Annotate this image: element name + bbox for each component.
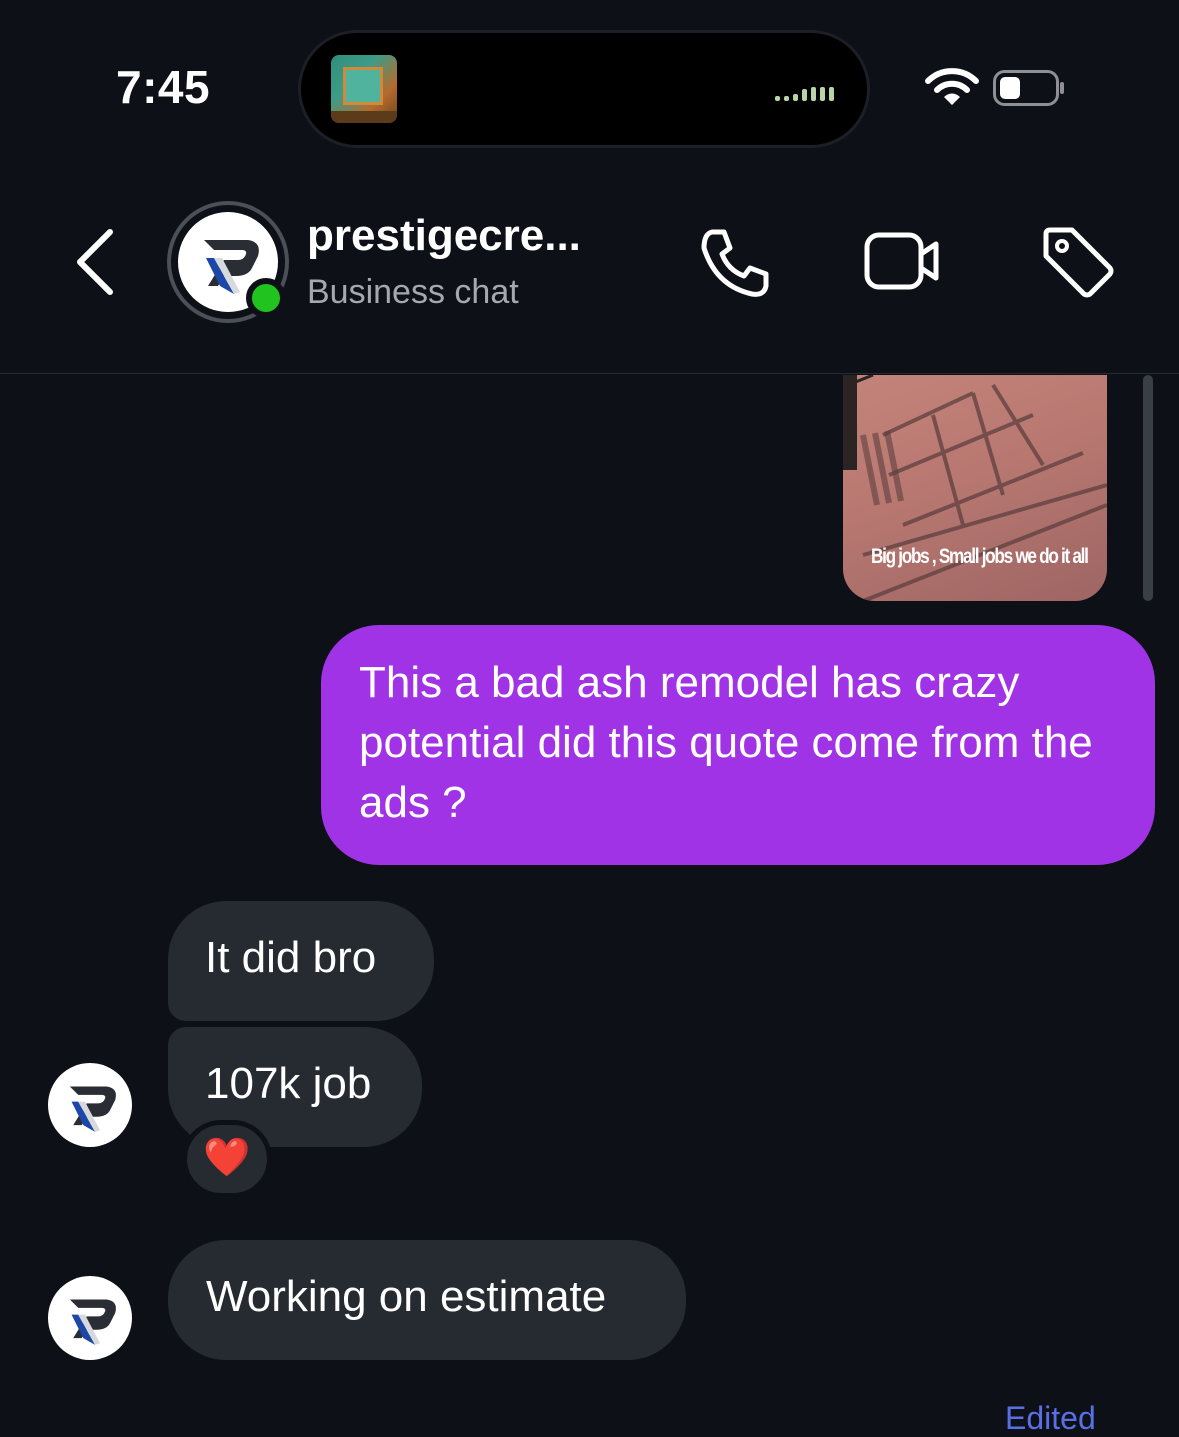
contact-name[interactable]: prestigecre... [307,211,581,261]
header-divider [0,373,1179,374]
sender-avatar[interactable] [48,1063,132,1147]
outgoing-message[interactable]: This a bad ash remodel has crazy potenti… [321,625,1155,865]
incoming-message[interactable]: It did bro [168,901,434,1021]
battery-icon [993,70,1064,106]
message-text: It did bro [205,933,377,982]
message-text: This a bad ash remodel has crazy potenti… [359,658,1093,827]
audio-waveform-icon [775,83,845,101]
prestige-logo-icon [69,1086,116,1132]
prestige-logo-icon [69,1299,116,1345]
dynamic-island[interactable] [298,30,870,148]
chat-type-label: Business chat [307,273,519,311]
status-time: 7:45 [116,61,211,113]
phone-icon[interactable] [698,226,772,300]
tag-icon[interactable] [1040,224,1114,298]
chevron-left-icon[interactable] [70,226,122,298]
wifi-icon [925,68,979,105]
sender-avatar[interactable] [48,1276,132,1360]
now-playing-artwork[interactable] [331,55,397,123]
incoming-message[interactable]: Working on estimate [168,1240,686,1360]
video-camera-icon[interactable] [864,228,942,294]
shared-media-image[interactable]: Big jobs , Small jobs we do it all [843,375,1107,601]
scrollbar[interactable] [1143,375,1153,601]
message-text: 107k job [205,1059,372,1108]
edited-label[interactable]: Edited [1005,1400,1096,1437]
image-caption: Big jobs , Small jobs we do it all [871,545,1089,568]
heart-icon: ❤️ [203,1137,251,1179]
message-text: Working on estimate [206,1272,607,1321]
heart-reaction[interactable]: ❤️ [182,1120,272,1198]
online-status-dot [246,278,286,318]
